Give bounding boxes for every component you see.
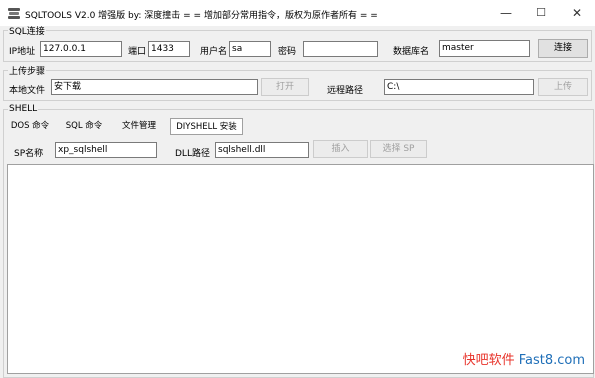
close-button[interactable]: ✕ xyxy=(563,3,591,23)
dll-path-label: DLL路径 xyxy=(175,149,210,159)
select-sp-button[interactable]: 选择 SP xyxy=(370,140,427,158)
password-input[interactable] xyxy=(303,41,378,57)
local-file-input[interactable]: 安下载 xyxy=(51,79,258,95)
remote-path-input[interactable]: C:\ xyxy=(384,79,534,95)
tab-file-manager[interactable]: 文件管理 xyxy=(117,118,161,135)
username-label: 用户名 xyxy=(200,47,228,57)
open-button[interactable]: 打开 xyxy=(261,78,309,96)
password-label: 密码 xyxy=(278,47,297,57)
sp-name-label: SP名称 xyxy=(14,149,44,159)
local-file-label: 本地文件 xyxy=(9,86,46,96)
database-label: 数据库名 xyxy=(393,47,430,57)
username-input[interactable]: sa xyxy=(229,41,271,57)
upload-button[interactable]: 上传 xyxy=(538,78,588,96)
sp-name-input[interactable]: xp_sqlshell xyxy=(55,142,157,158)
port-label: 端口 xyxy=(128,47,147,57)
watermark-text-en: Fast8.com xyxy=(518,353,585,368)
tab-dos-command[interactable]: DOS 命令 xyxy=(9,118,51,135)
maximize-button[interactable]: ☐ xyxy=(527,3,555,23)
database-input[interactable]: master xyxy=(439,40,530,57)
watermark: 快吧软件 Fast8.com xyxy=(463,349,585,368)
shell-legend: SHELL xyxy=(9,104,38,114)
dll-path-input[interactable]: sqlshell.dll xyxy=(215,142,309,158)
app-icon xyxy=(8,8,20,19)
tab-sql-command[interactable]: SQL 命令 xyxy=(63,118,105,135)
watermark-text-cn: 快吧软件 xyxy=(462,353,519,368)
connect-button[interactable]: 连接 xyxy=(538,39,588,58)
sql-connect-legend: SQL连接 xyxy=(9,27,45,37)
remote-path-label: 远程路径 xyxy=(327,86,364,96)
upload-legend: 上传步骤 xyxy=(9,67,46,77)
tab-diyshell-install[interactable]: DIYSHELL 安装 xyxy=(170,118,243,135)
insert-button[interactable]: 插入 xyxy=(313,140,368,158)
ip-input[interactable]: 127.0.0.1 xyxy=(40,41,122,57)
output-textarea[interactable] xyxy=(7,164,594,374)
ip-label: IP地址 xyxy=(9,47,36,57)
window-title: SQLTOOLS V2.0 增强版 by: 深度撞击 = = 增加部分常用指令，… xyxy=(25,11,378,21)
port-input[interactable]: 1433 xyxy=(148,41,190,57)
minimize-button[interactable]: — xyxy=(492,3,520,23)
